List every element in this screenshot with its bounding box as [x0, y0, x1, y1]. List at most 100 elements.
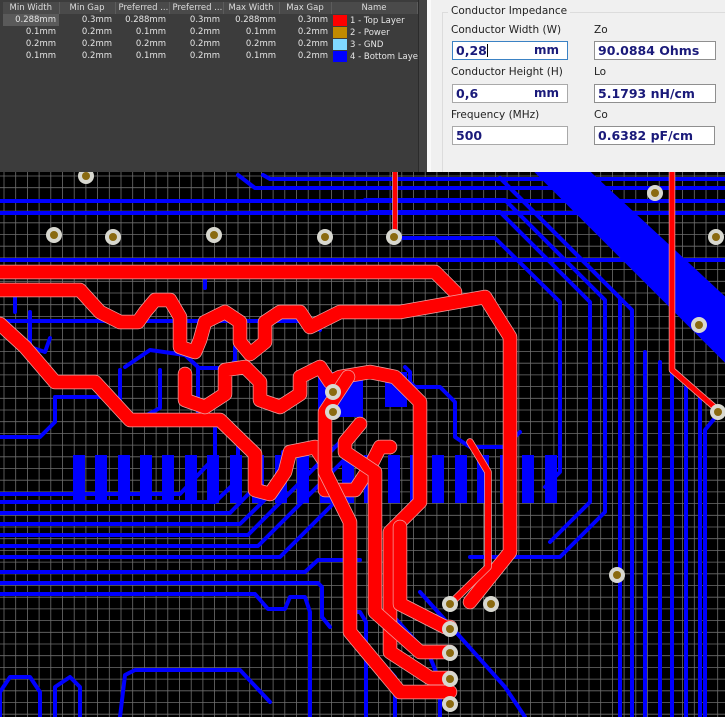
- via-hole: [446, 600, 454, 608]
- cell-min-width[interactable]: 0.1mm: [3, 50, 59, 62]
- via-hole: [390, 233, 398, 241]
- ic-pad: [455, 455, 467, 503]
- ic-pad: [95, 455, 107, 503]
- lo-value: 5.1793 nH/cm: [598, 86, 695, 101]
- conductor-width-value: 0,28: [456, 43, 487, 58]
- cell-min-gap[interactable]: 0.2mm: [59, 26, 115, 38]
- table-row[interactable]: 0.1mm 0.2mm 0.1mm 0.2mm 0.1mm 0.2mm 2 - …: [3, 26, 417, 38]
- ic-pad: [297, 455, 309, 503]
- via-hole: [651, 189, 659, 197]
- co-value: 0.6382 pF/cm: [598, 128, 694, 143]
- bottom-trace: [703, 412, 720, 717]
- cell-max-width[interactable]: 0.288mm: [223, 14, 279, 26]
- ic-pad: [118, 455, 130, 503]
- cell-min-gap[interactable]: 0.2mm: [59, 38, 115, 50]
- cell-max-width[interactable]: 0.1mm: [223, 26, 279, 38]
- ic-pad: [522, 455, 534, 503]
- co-label: Co: [594, 109, 608, 121]
- cell-preferred-width[interactable]: 0.2mm: [115, 38, 169, 50]
- bottom-layer-traces: [0, 172, 725, 717]
- cell-min-width[interactable]: 0.288mm: [3, 14, 59, 26]
- text-caret: [486, 44, 488, 57]
- via-hole: [446, 675, 454, 683]
- ic-pad: [140, 455, 152, 503]
- frequency-value: 500: [456, 128, 483, 143]
- cell-max-gap[interactable]: 0.3mm: [279, 14, 331, 26]
- frequency-input[interactable]: 500: [452, 126, 568, 145]
- ic-pad: [388, 455, 400, 503]
- pcb-canvas[interactable]: [0, 172, 725, 717]
- via-hole: [487, 600, 495, 608]
- layer-name-label: 1 - Top Layer: [350, 15, 405, 26]
- cell-preferred-gap[interactable]: 0.2mm: [169, 38, 223, 50]
- column-header-min-gap[interactable]: Min Gap: [59, 2, 116, 14]
- cell-max-width[interactable]: 0.1mm: [223, 50, 279, 62]
- layer-name-label: 3 - GND: [350, 39, 384, 50]
- via-hole: [695, 321, 703, 329]
- layer-color-swatch: [333, 26, 347, 38]
- cell-max-gap[interactable]: 0.2mm: [279, 26, 331, 38]
- cell-layer-name[interactable]: 4 - Bottom Layer: [331, 50, 421, 62]
- column-header-preferred-gap[interactable]: Preferred ...: [169, 2, 224, 14]
- cell-min-width[interactable]: 0.1mm: [3, 26, 59, 38]
- conductor-height-value: 0,6: [456, 86, 479, 101]
- column-header-max-width[interactable]: Max Width: [223, 2, 280, 14]
- conductor-impedance-panel: Conductor Impedance Conductor Width (W) …: [427, 0, 725, 183]
- panel-splitter[interactable]: [418, 0, 427, 172]
- cell-layer-name[interactable]: 3 - GND: [331, 38, 417, 50]
- cell-layer-name[interactable]: 1 - Top Layer: [331, 14, 417, 26]
- via-hole: [109, 233, 117, 241]
- layer-color-swatch: [333, 50, 347, 62]
- bottom-trace: [0, 395, 122, 439]
- via-hole: [714, 408, 722, 416]
- bottom-trace: [118, 668, 272, 717]
- column-header-min-width[interactable]: Min Width: [3, 2, 60, 14]
- column-header-preferred-width[interactable]: Preferred ...: [115, 2, 170, 14]
- column-header-max-gap[interactable]: Max Gap: [279, 2, 332, 14]
- lo-output: 5.1793 nH/cm: [594, 84, 716, 103]
- cell-min-width[interactable]: 0.2mm: [3, 38, 59, 50]
- cell-max-gap[interactable]: 0.2mm: [279, 38, 331, 50]
- cell-preferred-gap[interactable]: 0.2mm: [169, 26, 223, 38]
- via-hole: [82, 172, 90, 180]
- via-hole: [321, 233, 329, 241]
- layer-rules-panel: Min Width Min Gap Preferred ... Preferre…: [0, 0, 427, 172]
- layer-color-swatch: [333, 38, 347, 50]
- conductor-width-unit: mm: [533, 43, 559, 57]
- cell-preferred-width[interactable]: 0.288mm: [115, 14, 169, 26]
- cell-preferred-width[interactable]: 0.1mm: [115, 26, 169, 38]
- zo-output: 90.0884 Ohms: [594, 41, 716, 60]
- cell-preferred-gap[interactable]: 0.2mm: [169, 50, 223, 62]
- ic-pad: [545, 455, 557, 503]
- via-hole: [50, 231, 58, 239]
- via-hole: [446, 700, 454, 708]
- ic-pad: [73, 455, 85, 503]
- table-row[interactable]: 0.1mm 0.2mm 0.1mm 0.2mm 0.1mm 0.2mm 4 - …: [3, 50, 421, 62]
- cell-max-width[interactable]: 0.2mm: [223, 38, 279, 50]
- ic-pad: [207, 455, 219, 503]
- groupbox-title: Conductor Impedance: [448, 5, 571, 17]
- pcb-drawing[interactable]: [0, 172, 725, 717]
- via-hole: [446, 625, 454, 633]
- conductor-width-label: Conductor Width (W): [451, 24, 562, 36]
- cell-preferred-gap[interactable]: 0.3mm: [169, 14, 223, 26]
- cell-max-gap[interactable]: 0.2mm: [279, 50, 331, 62]
- table-row[interactable]: 0.2mm 0.2mm 0.2mm 0.2mm 0.2mm 0.2mm 3 - …: [3, 38, 417, 50]
- layer-rules-table: Min Width Min Gap Preferred ... Preferre…: [3, 2, 421, 62]
- zo-value: 90.0884 Ohms: [598, 43, 700, 58]
- co-output: 0.6382 pF/cm: [594, 126, 715, 145]
- zo-label: Zo: [594, 24, 608, 36]
- ic-pad: [230, 455, 242, 503]
- column-header-name[interactable]: Name: [331, 2, 418, 14]
- cell-preferred-width[interactable]: 0.1mm: [115, 50, 169, 62]
- cell-min-gap[interactable]: 0.3mm: [59, 14, 115, 26]
- table-row[interactable]: 0.288mm 0.3mm 0.288mm 0.3mm 0.288mm 0.3m…: [3, 14, 417, 26]
- cell-min-gap[interactable]: 0.2mm: [59, 50, 115, 62]
- conductor-height-input[interactable]: 0,6 mm: [452, 84, 568, 103]
- via-hole: [712, 233, 720, 241]
- via-hole: [329, 388, 337, 396]
- cell-layer-name[interactable]: 2 - Power: [331, 26, 417, 38]
- via-hole: [446, 649, 454, 657]
- lo-label: Lo: [594, 66, 607, 78]
- conductor-width-input[interactable]: 0,28 mm: [452, 41, 568, 60]
